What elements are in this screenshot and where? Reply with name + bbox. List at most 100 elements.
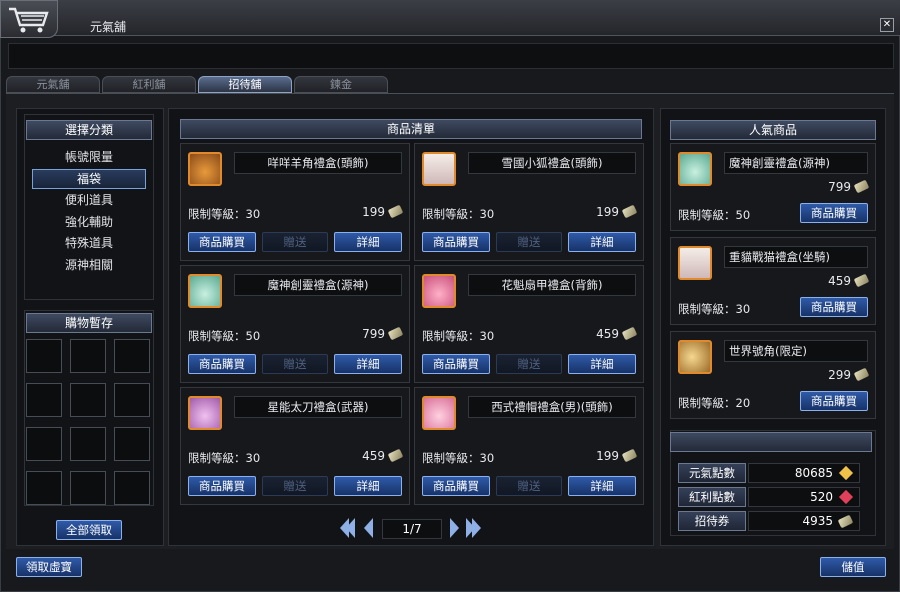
popular-level: 限制等級：20 xyxy=(678,396,751,410)
cart-slot[interactable] xyxy=(26,339,62,373)
prev-page-icon[interactable] xyxy=(364,518,373,538)
coupon-icon xyxy=(621,326,638,341)
cart-slot[interactable] xyxy=(26,383,62,417)
bonus-points-label: 紅利點數 xyxy=(678,487,746,507)
buy-button[interactable]: 商品購買 xyxy=(188,232,256,252)
product-price: 199 xyxy=(330,204,404,219)
product-level: 限制等級：30 xyxy=(188,451,261,465)
title-bar[interactable] xyxy=(0,0,900,36)
horn-icon[interactable] xyxy=(678,340,712,374)
product-name: 咩咩羊角禮盒(頭飾) xyxy=(234,152,402,174)
close-button[interactable]: ✕ xyxy=(880,18,894,32)
gift-button[interactable]: 贈送 xyxy=(262,354,328,374)
lucky-bag-icon[interactable] xyxy=(422,396,456,430)
coupon-icon xyxy=(837,514,854,529)
currency-header xyxy=(670,432,872,452)
coupon-icon xyxy=(387,448,404,463)
product-level: 限制等級：30 xyxy=(422,207,495,221)
gift-button[interactable]: 贈送 xyxy=(262,232,328,252)
coupon-icon xyxy=(853,367,870,382)
window-title: 元氣舖 xyxy=(90,20,127,34)
lucky-bag-icon[interactable] xyxy=(678,152,712,186)
product-name: 魔神創靈禮盒(源神) xyxy=(234,274,402,296)
cart-slot[interactable] xyxy=(114,427,150,461)
popular-buy-button[interactable]: 商品購買 xyxy=(800,297,868,317)
receive-items-button[interactable]: 領取虛寶 xyxy=(16,557,82,577)
next-page-icon[interactable] xyxy=(450,518,459,538)
cart-slot[interactable] xyxy=(114,471,150,505)
popular-price: 799 xyxy=(780,179,870,194)
cart-slot[interactable] xyxy=(26,427,62,461)
product-level: 限制等級：30 xyxy=(188,207,261,221)
detail-button[interactable]: 詳細 xyxy=(568,232,636,252)
category-item-special[interactable]: 特殊道具 xyxy=(32,234,146,254)
coupon-icon xyxy=(621,204,638,219)
popular-price: 459 xyxy=(780,273,870,288)
tab-alchemy[interactable]: 鍊金 xyxy=(294,76,388,93)
buy-button[interactable]: 商品購買 xyxy=(422,476,490,496)
coupon-icon xyxy=(621,448,638,463)
gift-box-icon[interactable] xyxy=(678,246,712,280)
cart-icon xyxy=(0,0,58,38)
gift-button[interactable]: 贈送 xyxy=(262,476,328,496)
product-price: 459 xyxy=(330,448,404,463)
detail-button[interactable]: 詳細 xyxy=(568,476,636,496)
category-item-convenience[interactable]: 便利道具 xyxy=(32,191,146,211)
buy-button[interactable]: 商品購買 xyxy=(188,354,256,374)
product-level: 限制等級：30 xyxy=(422,451,495,465)
detail-button[interactable]: 詳細 xyxy=(334,354,402,374)
gift-box-icon[interactable] xyxy=(422,152,456,186)
gift-button[interactable]: 贈送 xyxy=(496,476,562,496)
tab-hospitality[interactable]: 招待舖 xyxy=(198,76,292,93)
popular-level: 限制等級：30 xyxy=(678,302,751,316)
product-name: 雪國小狐禮盒(頭飾) xyxy=(468,152,636,174)
coupon-icon xyxy=(387,204,404,219)
popular-name: 魔神創靈禮盒(源神) xyxy=(724,152,868,174)
product-level: 限制等級：30 xyxy=(422,329,495,343)
gold-gem-icon xyxy=(838,465,854,481)
cart-header: 購物暫存 xyxy=(26,313,152,333)
buy-button[interactable]: 商品購買 xyxy=(422,354,490,374)
cart-slot[interactable] xyxy=(70,471,106,505)
category-item-lucky-bag[interactable]: 福袋 xyxy=(32,169,146,189)
buy-button[interactable]: 商品購買 xyxy=(422,232,490,252)
category-item-enhance[interactable]: 強化輔助 xyxy=(32,213,146,233)
yuanqi-points-value: 80685 xyxy=(748,463,860,483)
product-price: 199 xyxy=(564,448,638,463)
gift-button[interactable]: 贈送 xyxy=(496,232,562,252)
coupon-icon xyxy=(853,273,870,288)
popular-buy-button[interactable]: 商品購買 xyxy=(800,203,868,223)
popular-buy-button[interactable]: 商品購買 xyxy=(800,391,868,411)
red-gem-icon xyxy=(838,489,854,505)
popular-name: 世界號角(限定) xyxy=(724,340,868,362)
collect-all-button[interactable]: 全部領取 xyxy=(56,520,122,540)
last-page-icon-2 xyxy=(472,518,481,538)
category-item-source-god[interactable]: 源神相關 xyxy=(32,256,146,276)
cart-slot[interactable] xyxy=(70,383,106,417)
product-level: 限制等級：50 xyxy=(188,329,261,343)
recharge-button[interactable]: 儲值 xyxy=(820,557,886,577)
lucky-bag-icon[interactable] xyxy=(188,396,222,430)
cart-slot[interactable] xyxy=(70,427,106,461)
popular-header: 人氣商品 xyxy=(670,120,876,140)
cart-slot[interactable] xyxy=(70,339,106,373)
category-item-account-limited[interactable]: 帳號限量 xyxy=(32,148,146,168)
lucky-bag-icon[interactable] xyxy=(188,274,222,308)
popular-name: 重貓戰猫禮盒(坐騎) xyxy=(724,246,868,268)
tab-bonus[interactable]: 紅利舖 xyxy=(102,76,196,93)
cart-slot[interactable] xyxy=(114,339,150,373)
product-list-header: 商品清單 xyxy=(180,119,642,139)
lucky-bag-icon[interactable] xyxy=(422,274,456,308)
gift-button[interactable]: 贈送 xyxy=(496,354,562,374)
yuanqi-points-label: 元氣點數 xyxy=(678,463,746,483)
page-indicator: 1/7 xyxy=(382,519,442,539)
detail-button[interactable]: 詳細 xyxy=(334,232,402,252)
cart-slot[interactable] xyxy=(26,471,62,505)
lucky-bag-icon[interactable] xyxy=(188,152,222,186)
coupon-icon xyxy=(853,179,870,194)
buy-button[interactable]: 商品購買 xyxy=(188,476,256,496)
cart-slot[interactable] xyxy=(114,383,150,417)
detail-button[interactable]: 詳細 xyxy=(334,476,402,496)
detail-button[interactable]: 詳細 xyxy=(568,354,636,374)
tab-yuanqi[interactable]: 元氣舖 xyxy=(6,76,100,93)
